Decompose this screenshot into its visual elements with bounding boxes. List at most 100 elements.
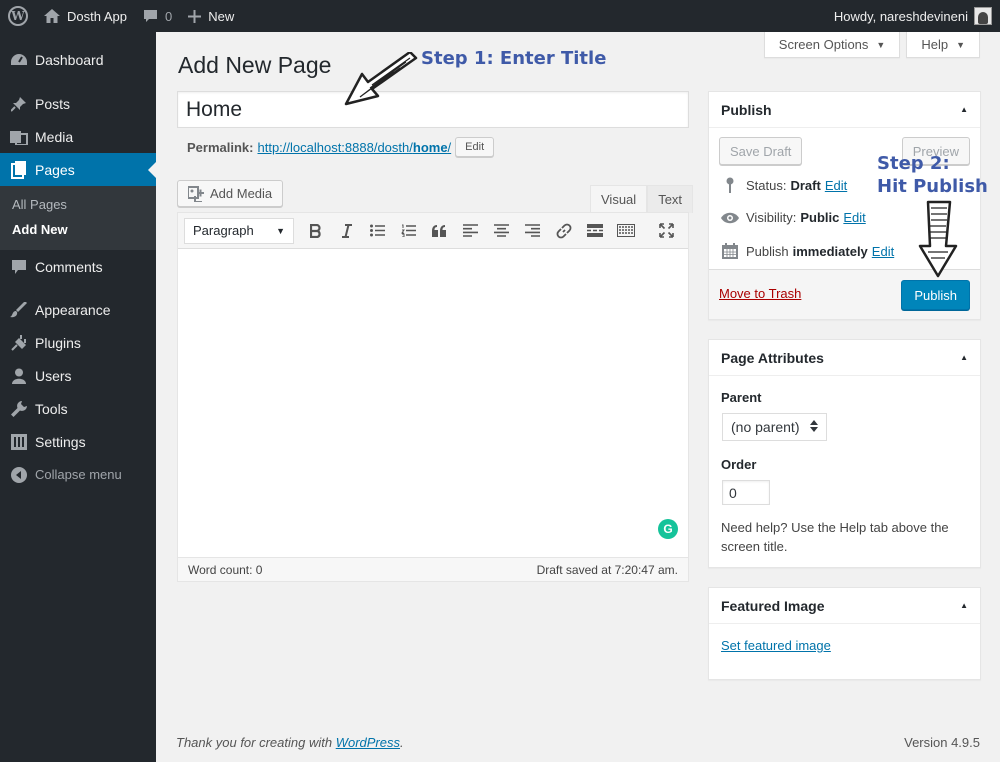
sidebar-item-posts[interactable]: Posts: [0, 87, 156, 120]
sidebar-item-settings[interactable]: Settings: [0, 425, 156, 458]
permalink-link[interactable]: http://localhost:8888/dosth/home/: [257, 140, 451, 155]
sidebar-item-pages[interactable]: Pages: [0, 153, 156, 186]
comment-icon: [10, 258, 28, 276]
align-left-icon[interactable]: [455, 217, 486, 245]
sidebar-item-comments[interactable]: Comments: [0, 250, 156, 283]
publish-date-row: Publish immediately Edit: [721, 243, 894, 259]
wordpress-logo-icon[interactable]: W: [0, 0, 36, 32]
caret-down-icon: ▼: [276, 225, 285, 236]
screen-options-button[interactable]: Screen Options ▼: [763, 32, 901, 58]
edit-permalink-button[interactable]: Edit: [455, 137, 495, 157]
footer-version: Version 4.9.5: [904, 735, 980, 750]
admin-bar: W Dosth App 0 New Howdy, nareshdevineni: [0, 0, 1000, 32]
collapse-toggle-icon[interactable]: ▲: [960, 105, 968, 114]
link-icon[interactable]: [548, 217, 579, 245]
bulleted-list-icon[interactable]: [362, 217, 393, 245]
comments-link[interactable]: 0: [135, 0, 180, 32]
tab-visual[interactable]: Visual: [590, 185, 648, 213]
fullscreen-icon[interactable]: [651, 217, 682, 245]
caret-down-icon: ▼: [876, 39, 886, 50]
sidebar-item-media[interactable]: Media: [0, 120, 156, 153]
collapse-toggle-icon[interactable]: ▲: [960, 601, 968, 610]
sidebar-item-users[interactable]: Users: [0, 359, 156, 392]
italic-icon[interactable]: [331, 217, 362, 245]
featured-image-header[interactable]: Featured Image ▲: [709, 588, 980, 624]
blockquote-icon[interactable]: [424, 217, 455, 245]
step2-arrow-icon: [918, 200, 958, 278]
collapse-menu-button[interactable]: Collapse menu: [0, 458, 156, 491]
add-media-button[interactable]: Add Media: [177, 180, 284, 207]
tab-text[interactable]: Text: [647, 185, 694, 213]
move-to-trash-link[interactable]: Move to Trash: [719, 286, 801, 301]
new-content-link[interactable]: New: [180, 0, 242, 32]
edit-visibility-link[interactable]: Edit: [843, 210, 865, 225]
submenu-add-new[interactable]: Add New: [0, 217, 156, 242]
parent-label: Parent: [721, 390, 762, 405]
editor-status-bar: Word count: 0 Draft saved at 7:20:47 am.: [178, 557, 688, 581]
home-icon: [44, 9, 60, 23]
account-menu[interactable]: Howdy, nareshdevineni: [826, 0, 1000, 32]
comment-bubble-icon: [143, 9, 158, 23]
caret-down-icon: ▼: [956, 39, 965, 50]
avatar: [974, 7, 992, 25]
media-icon: [10, 128, 28, 146]
submenu-all-pages[interactable]: All Pages: [0, 192, 156, 217]
page-title: Add New Page: [178, 52, 332, 78]
bold-icon[interactable]: [300, 217, 331, 245]
publish-button[interactable]: Publish: [901, 280, 970, 310]
keyboard-toolbar-toggle-icon[interactable]: [610, 217, 641, 245]
status-row: Status: Draft Edit: [721, 177, 847, 193]
step2-annotation: Step 2: Hit Publish: [877, 153, 988, 197]
numbered-list-icon[interactable]: [393, 217, 424, 245]
help-button[interactable]: Help ▼: [906, 32, 980, 58]
brush-icon: [10, 301, 28, 319]
pages-icon: [10, 160, 28, 179]
order-input[interactable]: 0: [722, 480, 770, 505]
save-draft-button[interactable]: Save Draft: [719, 137, 803, 165]
collapse-toggle-icon[interactable]: ▲: [960, 353, 968, 362]
pin-icon: [721, 177, 739, 193]
sidebar-item-tools[interactable]: Tools: [0, 392, 156, 425]
publish-box-header[interactable]: Publish ▲: [709, 92, 980, 128]
order-label: Order: [721, 457, 757, 472]
draft-saved-status: Draft saved at 7:20:47 am.: [536, 562, 678, 577]
read-more-icon[interactable]: [579, 217, 610, 245]
align-right-icon[interactable]: [517, 217, 548, 245]
page-attributes-header[interactable]: Page Attributes ▲: [709, 340, 980, 376]
wrench-icon: [10, 400, 28, 418]
pages-submenu: All Pages Add New: [0, 186, 156, 250]
plug-icon: [10, 334, 28, 352]
editor-content-area[interactable]: G: [178, 249, 688, 557]
edit-publish-date-link[interactable]: Edit: [872, 244, 894, 259]
add-media-icon: [188, 185, 204, 202]
admin-sidebar: Dashboard Posts Media Pages All Pages Ad…: [0, 32, 156, 762]
featured-image-box: Featured Image ▲ Set featured image: [708, 587, 981, 680]
align-center-icon[interactable]: [486, 217, 517, 245]
title-input[interactable]: Home: [177, 91, 689, 128]
select-arrows-icon: [810, 419, 818, 435]
page-attributes-box: Page Attributes ▲ Parent (no parent) Ord…: [708, 339, 981, 568]
calendar-icon: [721, 243, 739, 259]
sidebar-item-dashboard[interactable]: Dashboard: [0, 43, 156, 76]
screen-meta-links: Screen Options ▼ Help ▼: [763, 32, 980, 58]
sidebar-item-appearance[interactable]: Appearance: [0, 293, 156, 326]
step1-annotation: Step 1: Enter Title: [421, 48, 607, 69]
collapse-arrow-icon: [10, 466, 28, 484]
plus-icon: [188, 9, 202, 23]
sidebar-item-plugins[interactable]: Plugins: [0, 326, 156, 359]
word-count: Word count: 0: [188, 562, 263, 577]
edit-status-link[interactable]: Edit: [825, 178, 847, 193]
footer-thanks: Thank you for creating with WordPress.: [176, 735, 404, 750]
format-select[interactable]: Paragraph ▼: [184, 217, 294, 244]
parent-select[interactable]: (no parent): [722, 413, 827, 441]
site-name-link[interactable]: Dosth App: [36, 0, 135, 32]
editor-mode-tabs: Visual Text: [590, 185, 694, 213]
editor-toolbar: Paragraph ▼: [178, 213, 688, 249]
permalink-row: Permalink: http://localhost:8888/dosth/h…: [187, 137, 495, 157]
comments-count: 0: [165, 8, 173, 24]
dashboard-icon: [10, 51, 28, 69]
visibility-row: Visibility: Public Edit: [721, 210, 866, 225]
grammarly-icon[interactable]: G: [658, 519, 678, 539]
wordpress-link[interactable]: WordPress: [336, 735, 400, 750]
set-featured-image-link[interactable]: Set featured image: [721, 638, 831, 653]
